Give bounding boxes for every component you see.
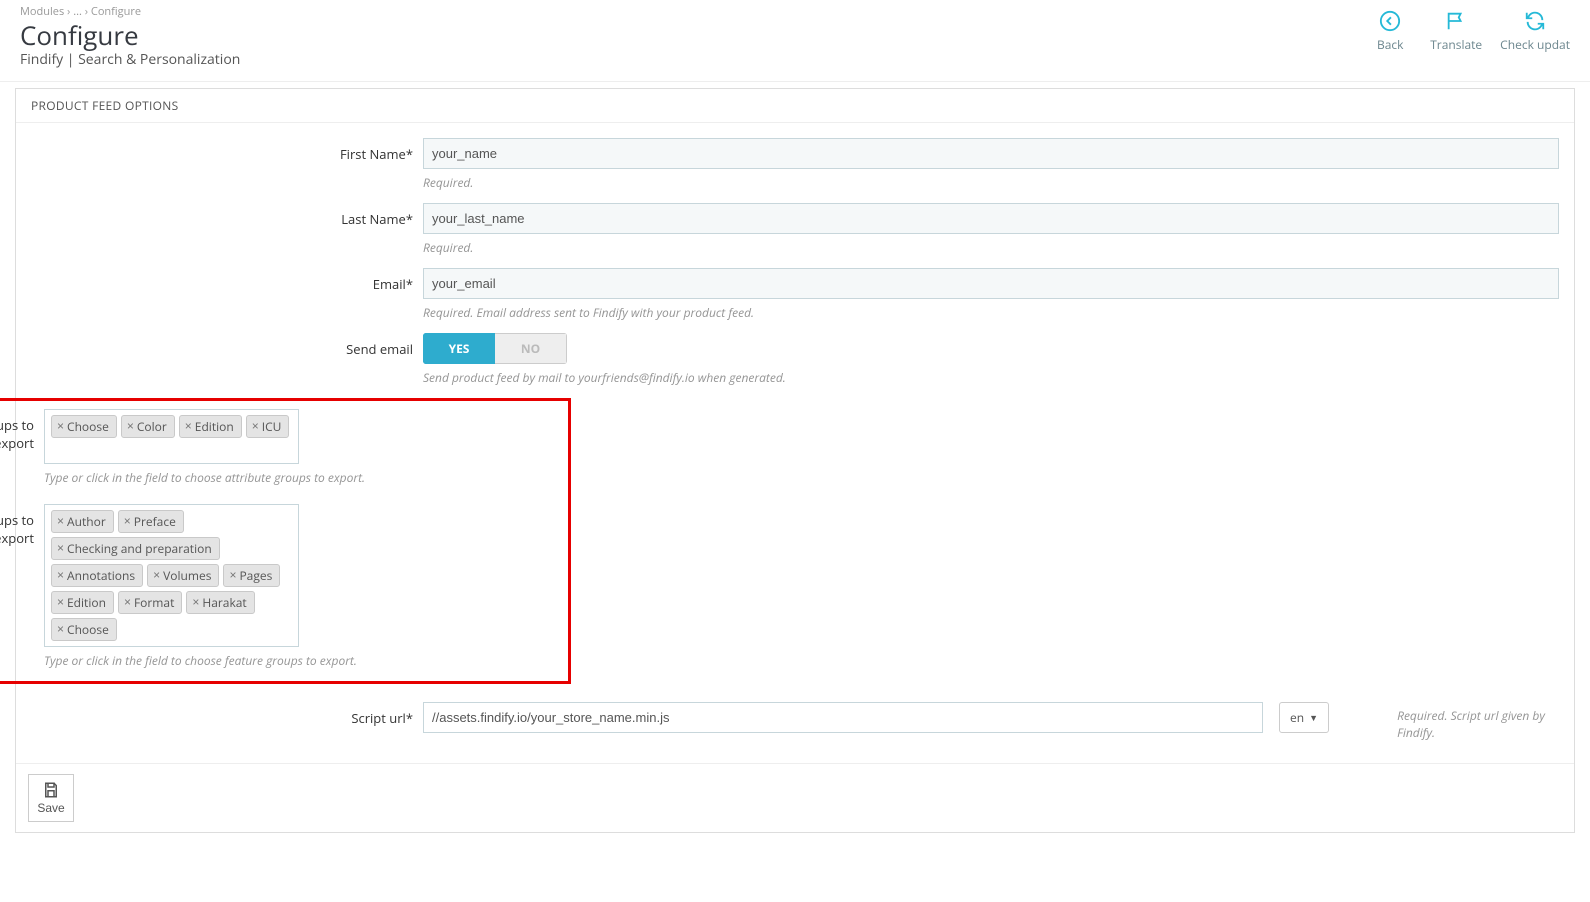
script-url-input[interactable] [423, 702, 1263, 733]
page-title: Configure [20, 21, 240, 50]
page-subtitle: Findify | Search & Personalization [20, 50, 240, 69]
remove-tag-icon[interactable]: × [153, 568, 160, 582]
save-icon [42, 781, 60, 799]
back-button[interactable]: Back [1368, 10, 1412, 53]
save-button[interactable]: Save [28, 774, 74, 822]
check-updates-label: Check updat [1500, 36, 1570, 53]
tag[interactable]: ×Annotations [51, 564, 143, 587]
page-header: Modules › ... › Configure Configure Find… [0, 0, 1590, 82]
attribute-groups-input[interactable]: ×Choose×Color×Edition×ICU [44, 409, 299, 464]
tag[interactable]: ×Edition [51, 591, 114, 614]
remove-tag-icon[interactable]: × [252, 419, 259, 433]
arrow-left-circle-icon [1379, 10, 1401, 32]
send-email-yes[interactable]: YES [423, 333, 495, 364]
highlight-box: Attribute groups to export ×Choose×Color… [0, 398, 571, 684]
check-updates-button[interactable]: Check updat [1500, 10, 1570, 53]
remove-tag-icon[interactable]: × [57, 514, 64, 528]
remove-tag-icon[interactable]: × [57, 541, 64, 555]
first-name-input[interactable] [423, 138, 1559, 169]
back-label: Back [1377, 36, 1403, 53]
tag[interactable]: ×Color [121, 415, 175, 438]
tag[interactable]: ×Pages [223, 564, 280, 587]
last-name-input[interactable] [423, 203, 1559, 234]
script-url-help: Required. Script url given by Findify. [1397, 707, 1559, 741]
tag[interactable]: ×Volumes [147, 564, 219, 587]
save-label: Save [37, 801, 64, 815]
email-label: Email* [31, 268, 423, 300]
panel-heading: PRODUCT FEED OPTIONS [16, 89, 1574, 123]
tag[interactable]: ×Author [51, 510, 114, 533]
remove-tag-icon[interactable]: × [57, 622, 64, 636]
last-name-help: Required. [423, 239, 1559, 256]
tag[interactable]: ×Choose [51, 618, 117, 641]
refresh-icon [1524, 10, 1546, 32]
script-url-lang-dropdown[interactable]: en ▼ [1279, 702, 1329, 733]
script-url-lang-value: en [1290, 709, 1304, 726]
remove-tag-icon[interactable]: × [57, 568, 64, 582]
remove-tag-icon[interactable]: × [185, 419, 192, 433]
first-name-label: First Name* [31, 138, 423, 170]
first-name-help: Required. [423, 174, 1559, 191]
translate-label: Translate [1430, 36, 1482, 53]
tag[interactable]: ×Format [118, 591, 182, 614]
remove-tag-icon[interactable]: × [127, 419, 134, 433]
last-name-label: Last Name* [31, 203, 423, 235]
chevron-down-icon: ▼ [1309, 711, 1318, 724]
tag[interactable]: ×Edition [179, 415, 242, 438]
tag[interactable]: ×Preface [118, 510, 184, 533]
attribute-groups-label: Attribute groups to export [0, 409, 44, 459]
send-email-label: Send email [31, 333, 423, 365]
attribute-groups-help: Type or click in the field to choose att… [44, 469, 558, 486]
send-email-toggle[interactable]: YES NO [423, 333, 567, 364]
script-url-label: Script url* [31, 702, 423, 734]
feature-groups-label: Feature groups to export [0, 504, 44, 554]
email-input[interactable] [423, 268, 1559, 299]
tag[interactable]: ×Harakat [186, 591, 254, 614]
tag[interactable]: ×Choose [51, 415, 117, 438]
remove-tag-icon[interactable]: × [124, 514, 131, 528]
tag[interactable]: ×Checking and preparation [51, 537, 220, 560]
remove-tag-icon[interactable]: × [57, 419, 64, 433]
send-email-no[interactable]: NO [495, 333, 567, 364]
product-feed-panel: PRODUCT FEED OPTIONS First Name* Require… [15, 88, 1575, 833]
remove-tag-icon[interactable]: × [192, 595, 199, 609]
feature-groups-help: Type or click in the field to choose fea… [44, 652, 558, 669]
remove-tag-icon[interactable]: × [124, 595, 131, 609]
feature-groups-input[interactable]: ×Author×Preface ×Checking and preparation… [44, 504, 299, 647]
translate-button[interactable]: Translate [1430, 10, 1482, 53]
flag-icon [1445, 10, 1467, 32]
tag[interactable]: ×ICU [246, 415, 290, 438]
email-help: Required. Email address sent to Findify … [423, 304, 1559, 321]
remove-tag-icon[interactable]: × [229, 568, 236, 582]
remove-tag-icon[interactable]: × [57, 595, 64, 609]
send-email-help: Send product feed by mail to yourfriends… [423, 369, 1559, 386]
